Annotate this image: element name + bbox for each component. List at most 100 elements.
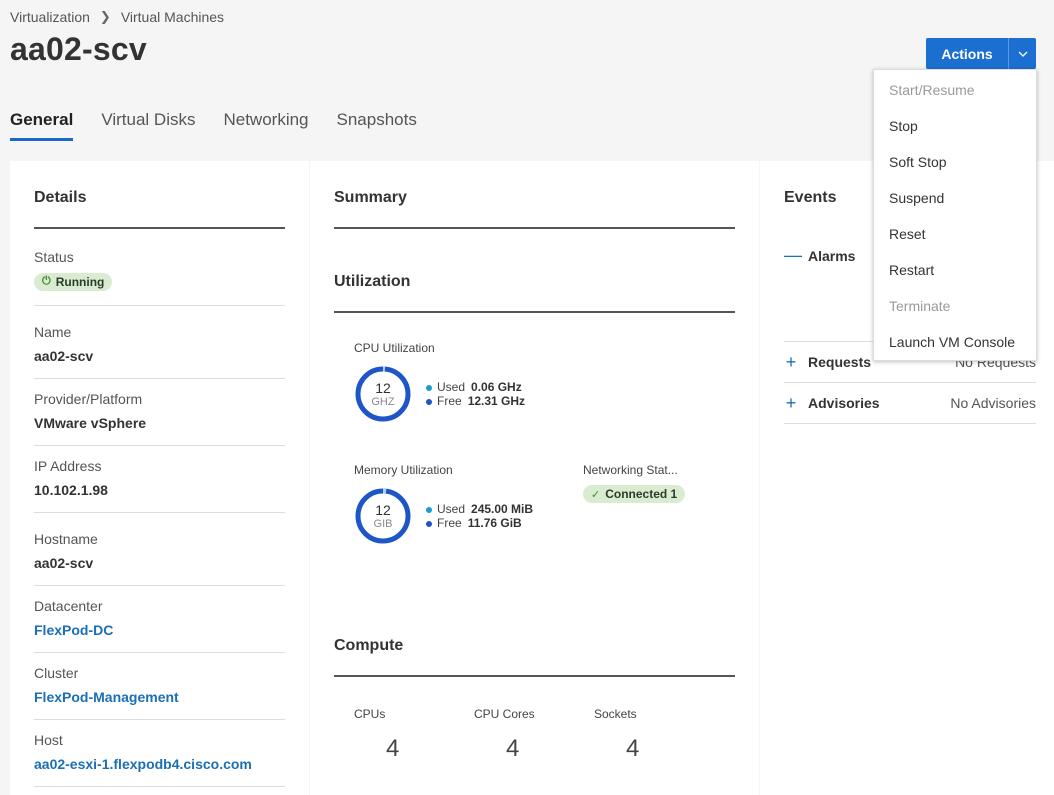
hostname-value: aa02-scv (34, 554, 94, 571)
compute-cores-label: CPU Cores (474, 707, 535, 721)
memory-used-label: Used (437, 502, 466, 516)
menu-item-restart[interactable]: Restart (874, 252, 1036, 288)
alarms-label: Alarms (808, 247, 856, 264)
networking-status-label: Networking Stat... (583, 463, 678, 477)
expand-icon[interactable]: + (784, 352, 798, 373)
actions-button-group: Actions (926, 38, 1036, 69)
compute-cpus-label: CPUs (354, 707, 386, 721)
cpu-used-value: 0.06 GHz (471, 380, 522, 394)
free-dot-icon (426, 398, 432, 405)
provider-row: Provider/Platform VMware vSphere (34, 379, 285, 446)
name-row: Name aa02-scv (34, 306, 285, 379)
cpu-used-label: Used (437, 380, 466, 394)
advisories-label: Advisories (808, 395, 880, 411)
compute-cpus: CPUs 4 (354, 707, 474, 763)
breadcrumb-virtual-machines[interactable]: Virtual Machines (121, 9, 224, 25)
provider-value: VMware vSphere (34, 414, 147, 431)
summary-title: Summary (334, 189, 735, 229)
cluster-link[interactable]: FlexPod-Management (34, 689, 285, 705)
status-label: Status (34, 249, 74, 265)
actions-button[interactable]: Actions (926, 38, 1008, 69)
memory-free-label: Free (437, 516, 462, 530)
compute-cores-value: 4 (506, 735, 520, 762)
status-badge-text: Running (55, 274, 105, 289)
compute-stats: CPUs 4 CPU Cores 4 Sockets 4 (334, 707, 735, 763)
actions-dropdown-toggle[interactable] (1008, 38, 1036, 69)
check-circle-icon: ✓ (591, 488, 601, 501)
menu-item-start-resume[interactable]: Start/Resume (874, 72, 1036, 108)
menu-item-soft-stop[interactable]: Soft Stop (874, 144, 1036, 180)
cpu-free-label: Free (437, 394, 462, 408)
cpu-legend: Used 0.06 GHz Free 12.31 GHz (426, 380, 525, 408)
used-dot-icon (426, 506, 432, 513)
actions-menu: Start/Resume Stop Soft Stop Suspend Rese… (873, 69, 1037, 361)
tab-snapshots[interactable]: Snapshots (337, 110, 417, 141)
cluster-row: Cluster FlexPod-Management (34, 653, 285, 720)
compute-sockets: Sockets 4 (594, 707, 714, 763)
cpu-unit: GHZ (371, 396, 395, 408)
hostname-label: Hostname (34, 530, 98, 547)
advisories-value: No Advisories (950, 395, 1036, 411)
memory-unit: GIB (373, 518, 393, 530)
compute-cpus-value: 4 (386, 735, 400, 762)
name-label: Name (34, 323, 72, 340)
menu-item-stop[interactable]: Stop (874, 108, 1036, 144)
datacenter-link[interactable]: FlexPod-DC (34, 622, 285, 638)
breadcrumb: Virtualization ❯ Virtual Machines (10, 9, 224, 25)
provider-label: Provider/Platform (34, 390, 143, 407)
tab-general[interactable]: General (10, 110, 74, 141)
ip-label: IP Address (34, 457, 102, 474)
memory-ring: 12 GIB (354, 487, 412, 545)
networking-status: Networking Stat... ✓ Connected 1 (583, 463, 686, 545)
cpu-total: 12 (375, 380, 391, 396)
breadcrumb-virtualization[interactable]: Virtualization (10, 9, 90, 25)
datacenter-row: Datacenter FlexPod-DC (34, 586, 285, 653)
tab-networking[interactable]: Networking (223, 110, 308, 141)
ip-row: IP Address 10.102.1.98 (34, 446, 285, 513)
summary-card: Summary Utilization CPU Utilization 12 G… (310, 161, 759, 795)
cpu-utilization-label: CPU Utilization (354, 341, 435, 355)
datacenter-label: Datacenter (34, 597, 103, 614)
memory-networking-row: Memory Utilization 12 GIB Used 245.00 Mi… (334, 463, 735, 545)
host-row: Host aa02-esxi-1.flexpodb4.cisco.com (34, 720, 285, 787)
cpu-free-value: 12.31 GHz (467, 394, 526, 408)
status-row: Status ⏻ Running (34, 229, 285, 306)
tab-virtual-disks[interactable]: Virtual Disks (101, 110, 195, 141)
page-title: aa02-scv (10, 31, 147, 67)
power-icon: ⏻ (42, 275, 51, 287)
memory-used-value: 245.00 MiB (471, 502, 534, 516)
memory-legend: Used 245.00 MiB Free 11.76 GiB (426, 502, 533, 530)
compute-sockets-value: 4 (626, 735, 640, 762)
chevron-right-icon: ❯ (99, 9, 111, 24)
collapse-icon[interactable]: — (784, 245, 802, 266)
menu-item-launch-vm-console[interactable]: Launch VM Console (874, 324, 1036, 360)
cpu-utilization: CPU Utilization 12 GHZ Used 0.06 GHz Free… (334, 341, 735, 423)
details-card: Details Status ⏻ Running Name aa02-scv P… (10, 161, 309, 795)
utilization-title: Utilization (334, 273, 735, 313)
compute-sockets-label: Sockets (594, 707, 637, 721)
memory-free-value: 11.76 GiB (467, 516, 522, 530)
networking-badge-text: Connected 1 (605, 487, 678, 501)
free-dot-icon (426, 520, 432, 527)
used-dot-icon (426, 384, 432, 391)
expand-icon[interactable]: + (784, 393, 798, 414)
hostname-row: Hostname aa02-scv (34, 513, 285, 586)
networking-status-badge: ✓ Connected 1 (583, 485, 686, 503)
menu-item-terminate[interactable]: Terminate (874, 288, 1036, 324)
host-link[interactable]: aa02-esxi-1.flexpodb4.cisco.com (34, 756, 285, 772)
chevron-down-icon (1018, 51, 1027, 57)
memory-utilization: Memory Utilization 12 GIB Used 245.00 Mi… (354, 463, 583, 545)
details-title: Details (34, 189, 285, 229)
menu-item-reset[interactable]: Reset (874, 216, 1036, 252)
advisories-row[interactable]: + Advisories No Advisories (784, 383, 1036, 424)
ip-value: 10.102.1.98 (34, 481, 108, 498)
cluster-label: Cluster (34, 664, 79, 681)
menu-item-suspend[interactable]: Suspend (874, 180, 1036, 216)
tab-bar: General Virtual Disks Networking Snapsho… (10, 110, 417, 141)
status-badge: ⏻ Running (34, 272, 113, 291)
memory-utilization-label: Memory Utilization (354, 463, 453, 477)
memory-total: 12 (375, 502, 391, 518)
name-value: aa02-scv (34, 347, 94, 364)
compute-title: Compute (334, 637, 735, 677)
requests-label: Requests (808, 354, 872, 370)
